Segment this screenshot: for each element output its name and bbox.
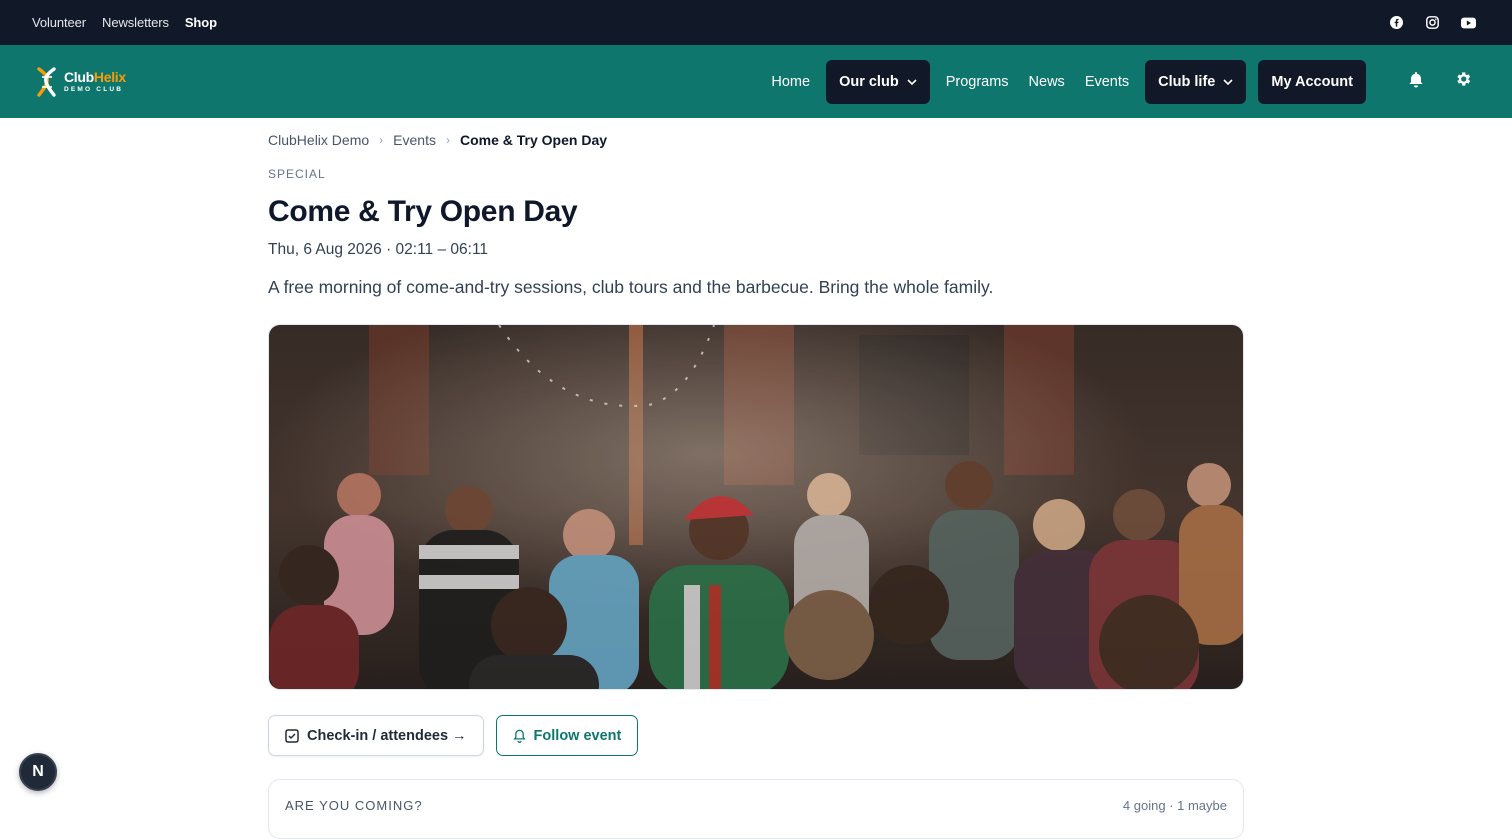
checkbox-icon <box>285 728 299 743</box>
event-detail: ClubHelix Demo › Events › Come & Try Ope… <box>268 118 1244 839</box>
event-category: SPECIAL <box>268 167 326 181</box>
follow-event-button[interactable]: Follow event <box>495 715 639 756</box>
helix-logo-icon <box>37 66 56 97</box>
nav-programs[interactable]: Programs <box>942 64 1013 100</box>
bell-icon[interactable] <box>1408 71 1424 93</box>
instagram-icon[interactable] <box>1424 15 1440 31</box>
shop-link[interactable]: Shop <box>185 15 217 30</box>
rsvp-summary: 4 going · 1 maybe <box>1122 798 1227 813</box>
logo-subtitle: DEMO CLUB <box>64 85 124 93</box>
chevron-down-icon <box>1223 78 1233 85</box>
crowd-photo <box>269 325 1243 689</box>
breadcrumb: ClubHelix Demo › Events › Come & Try Ope… <box>268 132 1244 148</box>
nav-events[interactable]: Events <box>1081 64 1133 100</box>
checkin-attendees-button[interactable]: Check-in / attendees → <box>268 715 484 756</box>
facebook-icon[interactable] <box>1388 15 1404 31</box>
breadcrumb-current: Come & Try Open Day <box>459 132 608 148</box>
page-title: Come & Try Open Day <box>268 195 578 228</box>
nav-club-life-dropdown[interactable]: Club life <box>1145 59 1247 104</box>
main-navigation: ClubHelix DEMO CLUB Home Our club Progra… <box>0 45 1512 118</box>
newsletters-link[interactable]: Newsletters <box>102 15 169 30</box>
rsvp-question: ARE YOU COMING? <box>285 798 423 813</box>
breadcrumb-home[interactable]: ClubHelix Demo <box>268 132 369 148</box>
clubhelix-logo[interactable]: ClubHelix DEMO CLUB <box>36 66 126 97</box>
rsvp-panel: ARE YOU COMING? 4 going · 1 maybe <box>268 779 1244 839</box>
volunteer-link[interactable]: Volunteer <box>32 15 86 30</box>
logo-wordmark: ClubHelix <box>64 68 126 85</box>
checkin-label: Check-in / attendees → <box>307 727 467 744</box>
nav-our-club-label: Our club <box>839 73 899 90</box>
dev-tools-badge[interactable]: N <box>19 753 57 791</box>
utility-bar: Volunteer Newsletters Shop <box>0 0 1512 45</box>
nav-our-club-dropdown[interactable]: Our club <box>826 59 930 104</box>
nav-news[interactable]: News <box>1025 64 1069 100</box>
social-links <box>1388 15 1476 31</box>
follow-label: Follow event <box>533 727 622 744</box>
utility-links: Volunteer Newsletters Shop <box>32 15 217 30</box>
gear-icon[interactable] <box>1454 70 1472 93</box>
chevron-down-icon <box>907 78 917 85</box>
chevron-right-icon: › <box>445 133 450 147</box>
nav-home[interactable]: Home <box>767 64 814 100</box>
event-datetime: Thu, 6 Aug 2026 · 02:11 – 06:11 <box>268 241 489 258</box>
event-actions: Check-in / attendees → Follow event <box>268 715 1244 756</box>
chevron-right-icon: › <box>379 133 384 147</box>
event-description: A free morning of come-and-try sessions,… <box>268 277 994 297</box>
nav-club-life-label: Club life <box>1158 73 1216 90</box>
nav-menu: Home Our club Programs News Events Club … <box>767 59 1476 104</box>
breadcrumb-events[interactable]: Events <box>393 132 436 148</box>
event-hero-image <box>268 324 1244 690</box>
youtube-icon[interactable] <box>1460 15 1476 31</box>
bell-icon <box>512 729 526 743</box>
my-account-button[interactable]: My Account <box>1258 59 1366 104</box>
